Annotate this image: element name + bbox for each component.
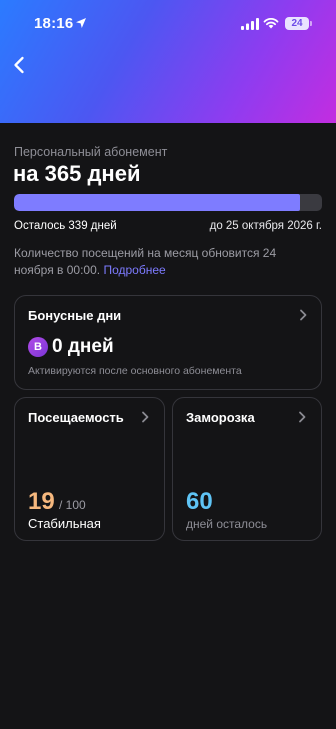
status-time: 18:16 <box>34 15 74 32</box>
subscription-title: на 365 дней <box>13 161 141 186</box>
attendance-max: / 100 <box>59 498 86 512</box>
freeze-days-note: дней осталось <box>186 517 268 531</box>
bonus-badge-icon: B <box>28 337 48 357</box>
subscription-screen: 18:16 24 Персональный абонемент на 365 д… <box>0 0 336 729</box>
subscription-progress-fill <box>14 194 301 211</box>
attendance-card[interactable]: Посещаемость 19 / 100 Стабильная <box>14 397 165 541</box>
subscription-label: Персональный абонемент <box>14 145 168 159</box>
freeze-days-value: 60 <box>186 488 213 515</box>
end-date: до 25 октября 2026 г. <box>209 220 322 232</box>
location-arrow-icon <box>76 18 86 28</box>
more-info-link[interactable]: Подробнее <box>103 263 165 277</box>
header-gradient: 18:16 24 <box>0 0 336 123</box>
cellular-signal-icon <box>241 18 259 30</box>
subscription-progress-bar <box>14 194 322 211</box>
back-chevron-icon <box>14 56 24 74</box>
freeze-title: Заморозка <box>186 410 255 425</box>
attendance-value: 19 <box>28 488 55 515</box>
bonus-days-note: Активируются после основного абонемента <box>28 365 242 377</box>
bonus-days-card[interactable]: Бонусные дни B 0 дней Активируются после… <box>14 295 322 390</box>
chevron-right-icon <box>299 411 306 423</box>
bonus-days-value: 0 дней <box>52 336 114 357</box>
status-bar: 18:16 24 <box>0 0 336 48</box>
attendance-status: Стабильная <box>28 516 101 531</box>
freeze-card[interactable]: Заморозка 60 дней осталось <box>172 397 322 541</box>
battery-indicator: 24 <box>285 17 309 30</box>
wifi-icon <box>263 18 279 29</box>
attendance-title: Посещаемость <box>28 410 124 425</box>
chevron-right-icon <box>142 411 149 423</box>
days-remaining: Осталось 339 дней <box>14 220 117 232</box>
battery-tip <box>310 21 312 26</box>
back-button[interactable] <box>8 54 30 76</box>
chevron-right-icon <box>300 309 307 321</box>
bonus-days-title: Бонусные дни <box>28 308 122 323</box>
visits-refresh-note: Количество посещений на месяц обновится … <box>14 245 314 278</box>
